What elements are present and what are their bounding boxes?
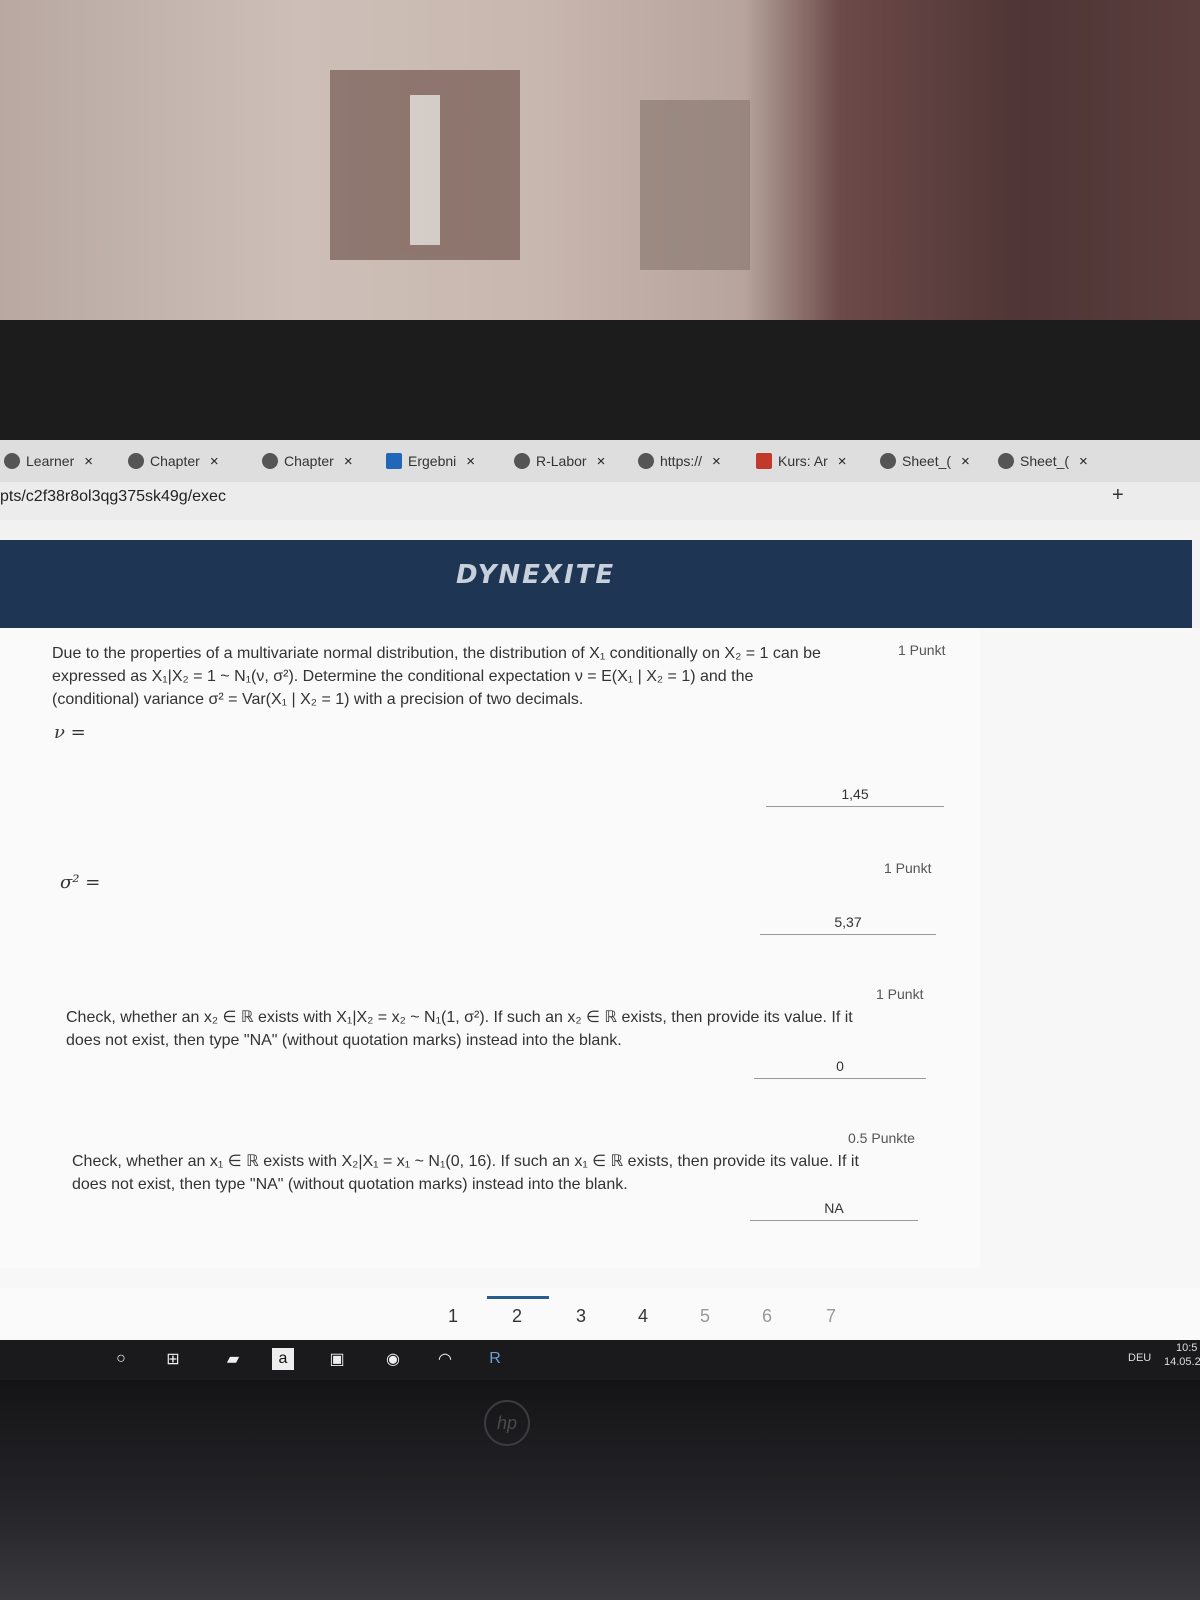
answer-field-x1[interactable]: NA — [750, 1200, 918, 1221]
question-text: Check, whether an x₂ ∈ ℝ exists with X₁|… — [66, 1009, 853, 1049]
globe-icon — [880, 453, 896, 469]
page-1[interactable]: 1 — [448, 1306, 458, 1327]
task-view-icon[interactable]: ⊞ — [162, 1348, 184, 1370]
answer-field-sigma[interactable]: 5,37 — [760, 914, 936, 935]
points-label: 1 Punkt — [884, 860, 932, 876]
close-tab-icon[interactable]: × — [1079, 453, 1088, 470]
close-tab-icon[interactable]: × — [210, 453, 219, 470]
building-window — [640, 100, 750, 270]
tab-chapter[interactable]: Chapter × — [262, 448, 353, 474]
globe-icon — [638, 453, 654, 469]
tab-learner[interactable]: Learner × — [4, 448, 93, 474]
hp-logo: hp — [484, 1400, 530, 1446]
tab-kurs[interactable]: Kurs: Ar × — [756, 448, 847, 474]
file-explorer-icon[interactable]: ▰ — [222, 1348, 244, 1370]
globe-icon — [128, 453, 144, 469]
tab-https[interactable]: https:// × — [638, 448, 721, 474]
url-text[interactable]: pts/c2f38r8ol3qg375sk49g/exec — [0, 488, 226, 506]
edge-icon[interactable]: ◠ — [434, 1348, 456, 1370]
globe-icon — [998, 453, 1014, 469]
laptop-bottom-bezel — [0, 1380, 1200, 1600]
chrome-icon[interactable]: ◉ — [382, 1348, 404, 1370]
tab-favicon-icon — [4, 453, 20, 469]
answer-field-nu[interactable]: 1,45 — [766, 786, 944, 807]
tab-sheet[interactable]: Sheet_( × — [998, 448, 1088, 474]
question-text: Due to the properties of a multivariate … — [52, 645, 821, 708]
tab-r-labor[interactable]: R-Labor × — [514, 448, 605, 474]
browser-tab-bar: Learner × Chapter × Chapter × Ergebni × … — [0, 440, 1200, 482]
sigma-squared-label: σ² = — [60, 872, 101, 893]
close-tab-icon[interactable]: × — [466, 453, 475, 470]
close-tab-icon[interactable]: × — [344, 453, 353, 470]
close-tab-icon[interactable]: × — [712, 453, 721, 470]
close-tab-icon[interactable]: × — [84, 453, 93, 470]
page-2[interactable]: 2 — [512, 1306, 522, 1327]
moodle-icon — [756, 453, 772, 469]
globe-icon — [514, 453, 530, 469]
tab-chapter[interactable]: Chapter × — [128, 448, 219, 474]
search-circle-icon[interactable]: ○ — [110, 1348, 132, 1370]
clock-time[interactable]: 10:5 — [1176, 1342, 1197, 1354]
globe-icon — [262, 453, 278, 469]
points-label: 1 Punkt — [876, 986, 924, 1002]
close-tab-icon[interactable]: × — [838, 453, 847, 470]
room-background — [0, 0, 1200, 330]
tab-ergebnis[interactable]: Ergebni × — [386, 448, 475, 474]
page-6[interactable]: 6 — [762, 1306, 772, 1327]
clock-date[interactable]: 14.05.2 — [1164, 1356, 1200, 1368]
page-3[interactable]: 3 — [576, 1306, 586, 1327]
laptop-top-bezel — [0, 320, 1200, 440]
new-tab-button[interactable]: + — [1112, 484, 1124, 507]
points-label: 1 Punkt — [898, 642, 946, 658]
page-5[interactable]: 5 — [700, 1306, 710, 1327]
language-indicator[interactable]: DEU — [1128, 1352, 1151, 1364]
active-page-indicator — [487, 1296, 549, 1299]
page-7[interactable]: 7 — [826, 1306, 836, 1327]
points-label: 0.5 Punkte — [848, 1130, 915, 1146]
r-logo-icon — [386, 453, 402, 469]
question-text: Check, whether an x₁ ∈ ℝ exists with X₂|… — [72, 1153, 859, 1193]
nu-label: ν = — [54, 722, 86, 743]
page-4[interactable]: 4 — [638, 1306, 648, 1327]
zoom-icon[interactable]: ▣ — [326, 1348, 348, 1370]
laptop-screen: Learner × Chapter × Chapter × Ergebni × … — [0, 440, 1200, 1340]
close-tab-icon[interactable]: × — [961, 453, 970, 470]
tab-sheet[interactable]: Sheet_( × — [880, 448, 970, 474]
answer-field-x2[interactable]: 0 — [754, 1058, 926, 1079]
r-app-icon[interactable]: R — [484, 1348, 506, 1370]
building-window — [330, 70, 520, 260]
site-logo: DYNEXITE — [456, 560, 616, 590]
close-tab-icon[interactable]: × — [597, 453, 606, 470]
question-pager — [0, 1288, 1200, 1340]
amazon-app-icon[interactable]: a — [272, 1348, 294, 1370]
